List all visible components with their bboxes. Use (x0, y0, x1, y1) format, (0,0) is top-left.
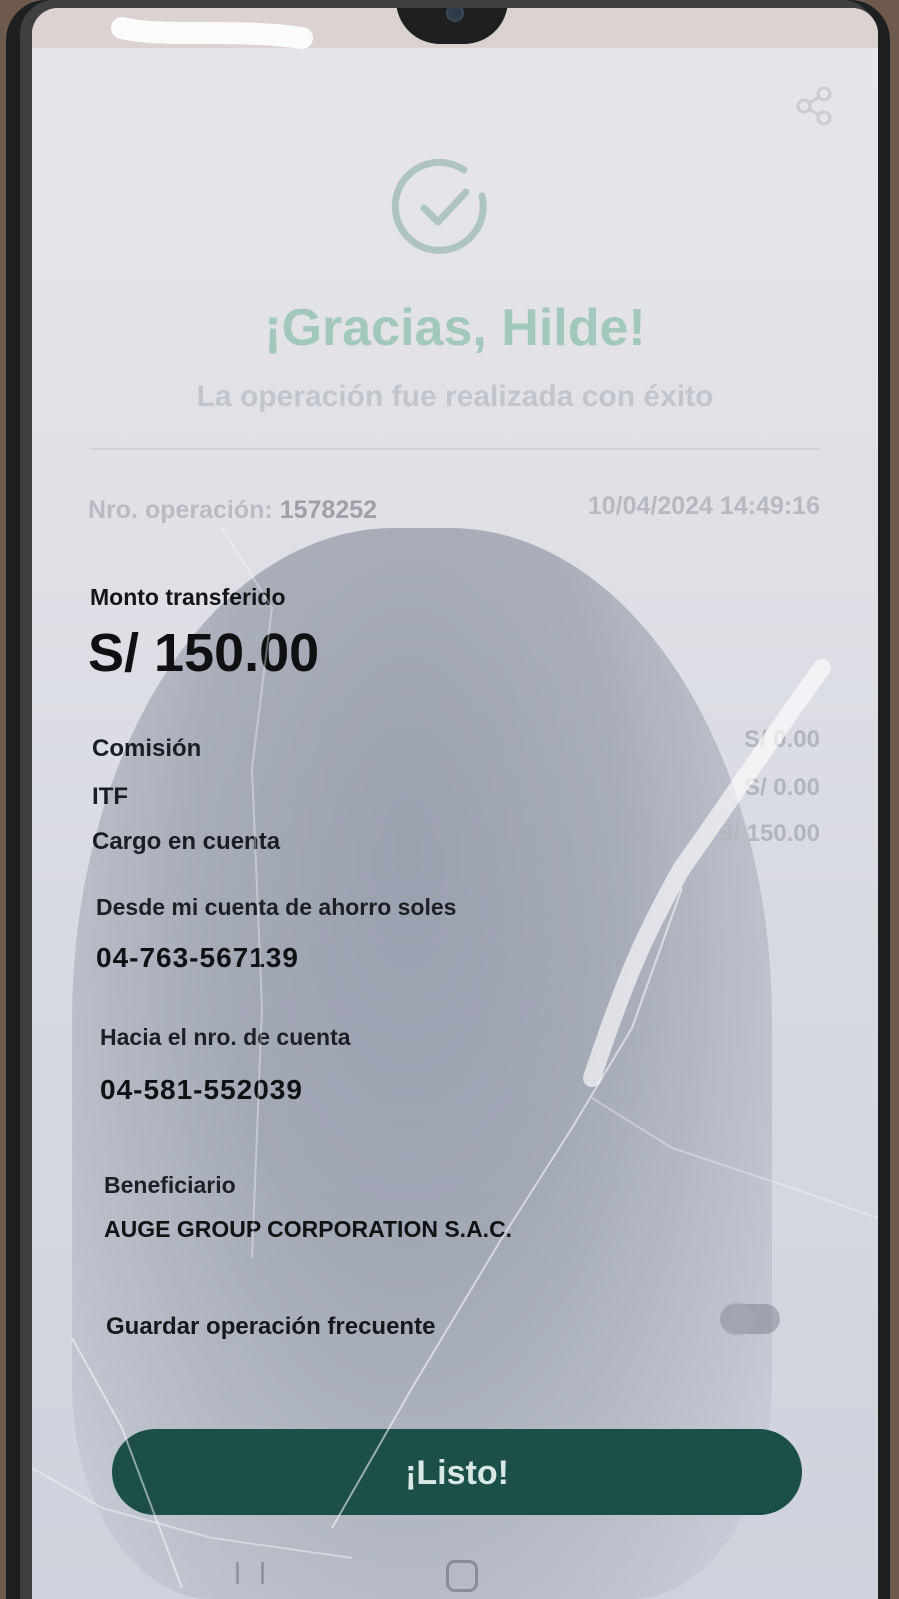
screen: ¡Gracias, Hilde! La operación fue realiz… (32, 8, 878, 1599)
from-account-number: 04-763-567139 (96, 942, 299, 973)
charge-value: S/ 150.00 (717, 820, 820, 847)
operation-number: Nro. operación: 1578252 (88, 496, 377, 525)
operation-datetime: 10/04/2024 14:49:16 (587, 492, 820, 520)
amount-label: Monto transferido (90, 584, 286, 610)
fee-label: Comisión (92, 735, 202, 762)
page-subtitle: La operación fue realizada con éxito (196, 380, 714, 413)
page-title: ¡Gracias, Hilde! (264, 299, 646, 357)
divider (90, 448, 820, 450)
from-account-label: Desde mi cuenta de ahorro soles (96, 894, 457, 920)
share-icon[interactable] (794, 86, 834, 126)
save-frequent-label: Guardar operación frecuente (106, 1313, 436, 1340)
phone-frame: ¡Gracias, Hilde! La operación fue realiz… (6, 0, 890, 1599)
beneficiary-label: Beneficiario (104, 1172, 236, 1198)
operation-number-value: 1578252 (279, 496, 378, 524)
check-circle-icon (391, 158, 487, 254)
to-account-label: Hacia el nro. de cuenta (100, 1024, 351, 1050)
to-account-number: 04-581-552039 (100, 1074, 303, 1105)
home-icon[interactable] (446, 1560, 478, 1592)
operation-number-label: Nro. operación: (88, 496, 273, 524)
save-frequent-toggle[interactable] (720, 1302, 780, 1336)
fee-value: S/ 0.00 (743, 726, 820, 753)
itf-label: ITF (92, 783, 128, 810)
charge-label: Cargo en cuenta (92, 828, 281, 855)
done-button[interactable]: ¡Listo! (112, 1429, 802, 1515)
system-nav-bar (32, 1548, 878, 1599)
beneficiary-name: AUGE GROUP CORPORATION S.A.C. (104, 1216, 513, 1242)
amount-value: S/ 150.00 (88, 623, 320, 683)
itf-value: S/ 0.00 (743, 774, 820, 801)
recents-icon[interactable] (236, 1562, 264, 1584)
